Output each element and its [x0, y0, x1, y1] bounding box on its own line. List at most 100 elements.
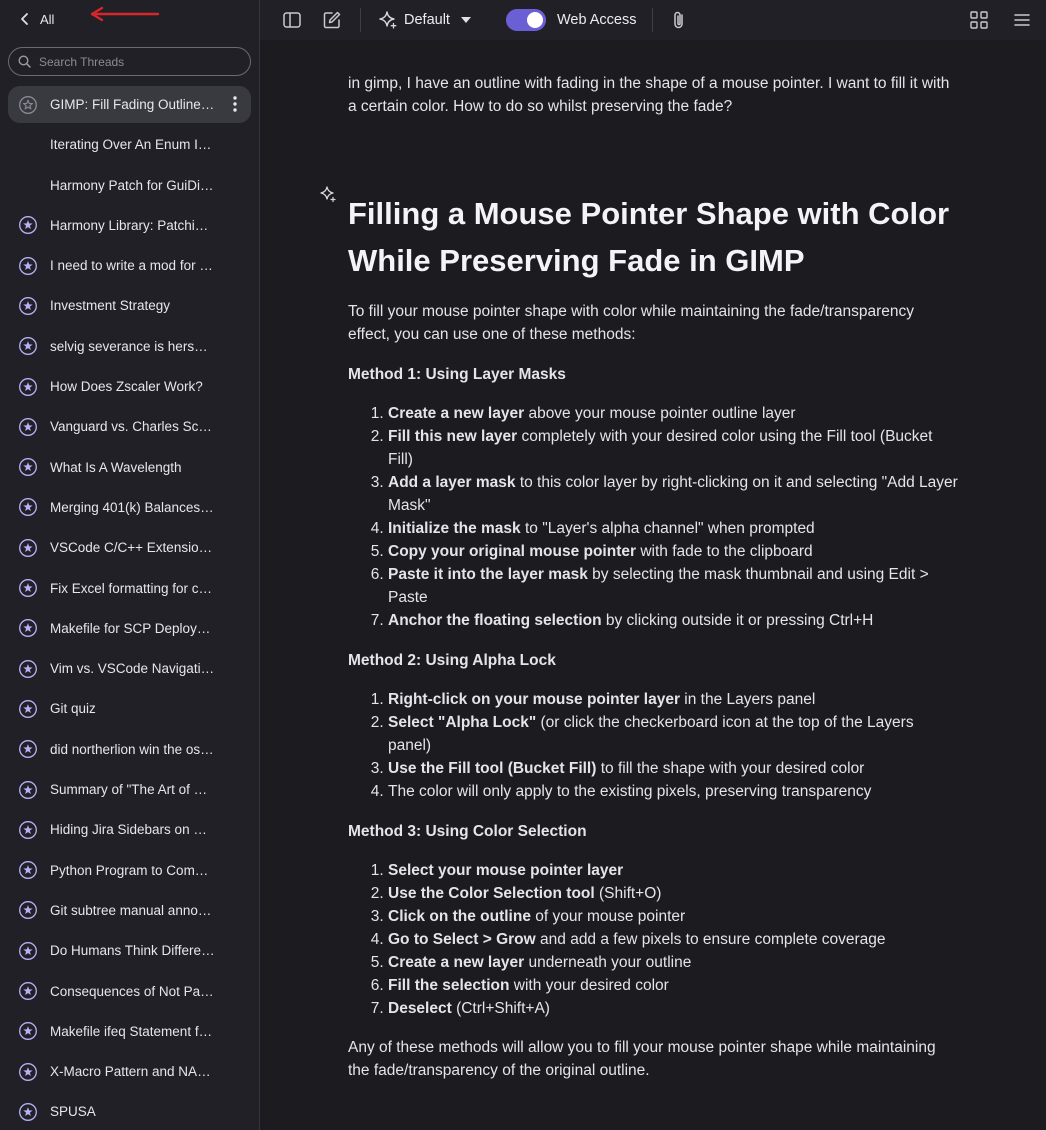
- step-text: of your mouse pointer: [530, 908, 686, 925]
- step-text: (Ctrl+Shift+A): [451, 1000, 550, 1017]
- star-icon: [19, 538, 37, 557]
- star-icon: [19, 216, 37, 235]
- response-outro: Any of these methods will allow you to f…: [348, 1039, 936, 1079]
- step-item: Initialize the mask to "Layer's alpha ch…: [388, 517, 958, 540]
- back-to-all-button[interactable]: All: [0, 0, 259, 38]
- toggle-knob: [526, 12, 543, 28]
- step-text: in the Layers panel: [679, 691, 816, 708]
- steps-list: Create a new layer above your mouse poin…: [348, 402, 958, 632]
- thread-item[interactable]: Vanguard vs. Charles Sc…: [8, 408, 251, 445]
- step-text: above your mouse pointer outline layer: [524, 405, 796, 422]
- star-icon: [19, 780, 37, 799]
- assistant-sparkle-icon: [320, 186, 336, 203]
- web-access-toggle[interactable]: [505, 9, 546, 31]
- thread-item[interactable]: Consequences of Not Pa…: [8, 973, 251, 1010]
- step-text: to "Layer's alpha channel" when prompted: [520, 520, 815, 537]
- methods-section: Method 1: Using Layer Masks Create a new …: [348, 363, 958, 1020]
- thread-item[interactable]: I need to write a mod for …: [8, 247, 251, 284]
- model-label: Default: [404, 12, 450, 28]
- thread-item[interactable]: Harmony Library: Patchi…: [8, 207, 251, 244]
- thread-item[interactable]: SPUSA: [8, 1093, 251, 1130]
- search-threads-field[interactable]: [8, 47, 251, 76]
- toggle-sidebar-button[interactable]: [282, 10, 302, 30]
- star-icon: [19, 1102, 37, 1121]
- thread-label: X-Macro Pattern and NA…: [50, 1064, 211, 1080]
- toolbar-divider: [652, 8, 654, 32]
- step-text: by clicking outside it or pressing Ctrl+…: [601, 612, 874, 629]
- step-item: Fill this new layer completely with your…: [388, 425, 958, 471]
- thread-item[interactable]: X-Macro Pattern and NA…: [8, 1053, 251, 1090]
- star-icon: [19, 417, 37, 436]
- search-threads-input[interactable]: [37, 53, 241, 70]
- star-icon: [19, 941, 37, 960]
- grid-view-button[interactable]: [970, 11, 988, 29]
- paperclip-icon: [674, 11, 684, 29]
- model-selector[interactable]: Default: [378, 10, 472, 30]
- thread-item[interactable]: Merging 401(k) Balances…: [8, 489, 251, 526]
- thread-label: Consequences of Not Pa…: [50, 983, 214, 999]
- step-bold: Paste it into the layer mask: [388, 566, 588, 583]
- thread-item[interactable]: How Does Zscaler Work?: [8, 368, 251, 405]
- step-item: The color will only apply to the existin…: [388, 780, 958, 803]
- star-icon: [19, 740, 37, 759]
- step-bold: Use the Color Selection tool: [388, 885, 595, 902]
- thread-label: Fix Excel formatting for c…: [50, 580, 213, 596]
- attach-button[interactable]: [671, 10, 687, 30]
- step-text: (Shift+O): [594, 885, 662, 902]
- thread-item[interactable]: Makefile ifeq Statement f…: [8, 1013, 251, 1050]
- step-bold: Select "Alpha Lock": [388, 714, 537, 731]
- step-item: Use the Fill tool (Bucket Fill) to fill …: [388, 757, 958, 780]
- thread-label: GIMP: Fill Fading Outline…: [50, 97, 215, 112]
- steps-list: Right-click on your mouse pointer layer …: [348, 688, 958, 803]
- menu-button[interactable]: [1014, 13, 1030, 27]
- step-item: Deselect (Ctrl+Shift+A): [388, 997, 958, 1020]
- star-icon: [19, 901, 37, 920]
- thread-label: Makefile for SCP Deploy…: [50, 620, 211, 636]
- edit-icon: [323, 11, 341, 29]
- thread-item[interactable]: Iterating Over An Enum I…: [8, 126, 251, 163]
- step-bold: Initialize the mask: [388, 520, 521, 537]
- step-text: with your desired color: [509, 977, 669, 994]
- star-outline-icon: [19, 95, 37, 114]
- user-message: in gimp, I have an outline with fading i…: [348, 75, 950, 115]
- thread-label: selvig severance is hers…: [50, 338, 208, 354]
- back-label: All: [40, 11, 55, 27]
- thread-label: Merging 401(k) Balances…: [50, 499, 214, 515]
- new-thread-button[interactable]: [322, 10, 342, 30]
- thread-item[interactable]: Makefile for SCP Deploy…: [8, 610, 251, 647]
- thread-item[interactable]: Git subtree manual anno…: [8, 892, 251, 929]
- caret-down-icon: [460, 17, 471, 23]
- thread-item[interactable]: Investment Strategy: [8, 287, 251, 324]
- step-text: underneath your outline: [524, 954, 692, 971]
- step-text: The color will only apply to the existin…: [388, 783, 872, 800]
- star-icon: [19, 659, 37, 678]
- thread-item[interactable]: Vim vs. VSCode Navigati…: [8, 650, 251, 687]
- thread-item[interactable]: did northerlion win the os…: [8, 731, 251, 768]
- star-icon: [19, 700, 37, 718]
- thread-item[interactable]: selvig severance is hers…: [8, 328, 251, 365]
- thread-label: VSCode C/C++ Extensio…: [50, 540, 213, 556]
- step-bold: Copy your original mouse pointer: [388, 543, 637, 560]
- thread-item[interactable]: Do Humans Think Differe…: [8, 932, 251, 969]
- thread-item[interactable]: Hiding Jira Sidebars on …: [8, 811, 251, 848]
- thread-item[interactable]: Summary of "The Art of …: [8, 771, 251, 808]
- step-item: Copy your original mouse pointer with fa…: [388, 540, 958, 563]
- step-bold: Fill this new layer: [388, 428, 518, 445]
- more-options-icon[interactable]: [233, 96, 237, 112]
- step-item: Go to Select > Grow and add a few pixels…: [388, 928, 958, 951]
- thread-item[interactable]: GIMP: Fill Fading Outline…: [8, 86, 251, 123]
- thread-item[interactable]: Harmony Patch for GuiDi…: [8, 167, 251, 204]
- thread-item[interactable]: Fix Excel formatting for c…: [8, 570, 251, 607]
- thread-label: Python Program to Com…: [50, 862, 209, 878]
- thread-item[interactable]: What Is A Wavelength: [8, 449, 251, 486]
- hamburger-menu-icon: [1014, 14, 1030, 26]
- thread-item[interactable]: VSCode C/C++ Extensio…: [8, 529, 251, 566]
- web-access-label: Web Access: [556, 12, 637, 28]
- thread-item[interactable]: Python Program to Com…: [8, 852, 251, 889]
- thread-item[interactable]: Git quiz: [8, 690, 251, 727]
- method-heading: Method 3: Using Color Selection: [348, 823, 587, 840]
- top-bar: Default Web Access: [260, 0, 1046, 40]
- thread-label: Vim vs. VSCode Navigati…: [50, 661, 215, 677]
- step-item: Add a layer mask to this color layer by …: [388, 471, 958, 517]
- step-bold: Create a new layer: [388, 954, 525, 971]
